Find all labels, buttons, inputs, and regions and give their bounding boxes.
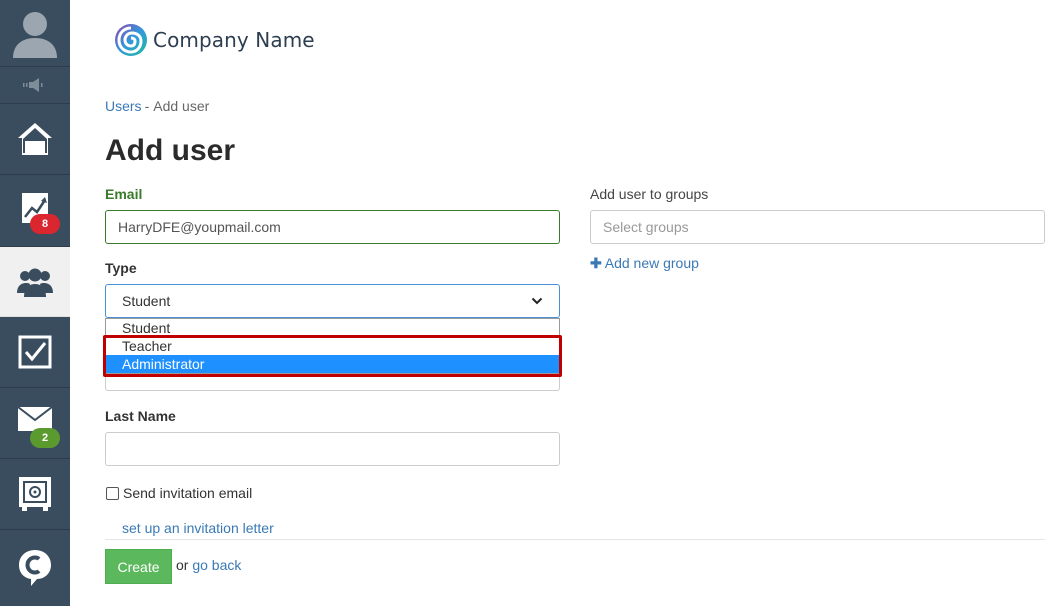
add-new-group-label: Add new group (604, 255, 699, 271)
type-option-teacher[interactable]: Teacher (106, 337, 559, 355)
divider (105, 539, 1045, 540)
send-invitation-row[interactable]: Send invitation email (105, 485, 252, 501)
users-icon (17, 268, 53, 297)
mail-badge: 2 (30, 428, 60, 448)
groups-select[interactable]: Select groups (590, 210, 1045, 244)
last-name-field[interactable] (105, 432, 560, 466)
sidebar-item-mail[interactable]: 2 (0, 388, 70, 459)
company-name: Company Name (153, 28, 315, 52)
type-select[interactable]: Student (105, 284, 560, 318)
chat-icon (19, 550, 51, 586)
email-label: Email (105, 186, 143, 202)
create-button[interactable]: Create (105, 549, 172, 584)
go-back-link[interactable]: go back (192, 557, 241, 573)
company-logo[interactable]: Company Name (113, 22, 315, 58)
checkbox-icon (18, 335, 52, 369)
sidebar-item-vault[interactable] (0, 459, 70, 530)
breadcrumb-separator: - (144, 98, 150, 114)
speaker-icon (23, 78, 43, 92)
type-select-value: Student (122, 293, 171, 309)
safe-icon (19, 477, 51, 511)
type-option-student[interactable]: Student (106, 319, 559, 337)
breadcrumb: Users - Add user (105, 98, 209, 114)
sidebar-avatar[interactable] (0, 0, 70, 67)
plus-icon: ✚ (590, 255, 602, 271)
email-field[interactable]: HarryDFE@youpmail.com (105, 210, 560, 244)
sidebar-sound[interactable] (0, 67, 70, 104)
swirl-logo-icon (115, 24, 147, 56)
home-icon (18, 123, 52, 155)
invitation-letter-link[interactable]: set up an invitation letter (122, 520, 274, 536)
sidebar-item-chat[interactable] (0, 530, 70, 606)
stats-badge: 8 (30, 214, 60, 234)
or-go-back: or go back (176, 557, 241, 573)
send-invitation-checkbox[interactable] (106, 486, 119, 500)
page-title: Add user (105, 134, 236, 167)
or-text: or (176, 557, 189, 573)
user-icon (13, 12, 57, 58)
sidebar-item-home[interactable] (0, 104, 70, 175)
groups-label: Add user to groups (590, 186, 709, 202)
chevron-down-icon (531, 297, 543, 305)
type-dropdown-list: Student Teacher Administrator (105, 318, 560, 374)
sidebar-item-stats[interactable]: 8 (0, 175, 70, 247)
last-name-label: Last Name (105, 408, 176, 424)
type-label: Type (105, 260, 137, 276)
type-option-administrator[interactable]: Administrator (106, 355, 559, 373)
breadcrumb-current: Add user (153, 98, 210, 114)
sidebar-item-tasks[interactable] (0, 317, 70, 388)
sidebar-item-users[interactable] (0, 247, 70, 317)
add-new-group-link[interactable]: ✚ Add new group (590, 255, 699, 272)
send-invitation-label: Send invitation email (123, 485, 253, 501)
sidebar: 8 2 (0, 0, 70, 606)
breadcrumb-users-link[interactable]: Users (105, 98, 142, 114)
